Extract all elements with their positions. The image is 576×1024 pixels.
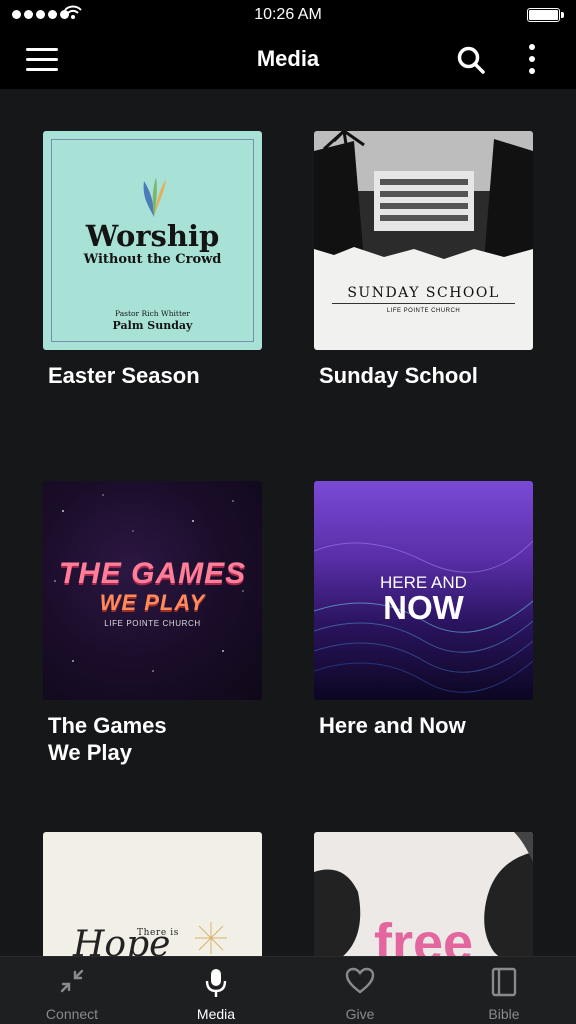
artwork-sermon: Palm Sunday — [112, 319, 193, 332]
media-card-label[interactable]: Easter Season — [43, 362, 262, 389]
bottom-tab-bar: Connect Media Give Bible — [0, 956, 576, 1024]
artwork-title: THE GAMES — [58, 557, 247, 590]
media-card-label[interactable]: Here and Now — [314, 712, 533, 739]
search-button[interactable] — [456, 45, 486, 75]
media-card-free[interactable]: free — [314, 832, 533, 956]
tab-label: Media — [196, 1006, 236, 1022]
tab-label: Connect — [45, 1006, 99, 1022]
status-bar: 10:26 AM — [0, 0, 576, 30]
engraving-illustration — [314, 131, 533, 271]
media-artwork[interactable]: HERE AND NOW — [314, 481, 533, 700]
heart-icon — [345, 967, 375, 994]
media-artwork[interactable]: SUNDAY SCHOOL LIFE POINTE CHURCH — [314, 131, 533, 350]
tab-label: Bible — [488, 1006, 520, 1022]
media-card-label[interactable]: The Games We Play — [43, 712, 262, 766]
media-card-the-games-we-play[interactable]: THE GAMES WE PLAY LIFE POINTE CHURCH The… — [43, 481, 262, 766]
artwork-subtitle: WE PLAY — [99, 590, 206, 615]
tab-label: Give — [345, 1006, 375, 1022]
media-card-easter-season[interactable]: Worship Without the Crowd Pastor Rich Wh… — [43, 131, 262, 389]
media-card-label[interactable]: Sunday School — [314, 362, 533, 389]
artwork-title: Worship — [85, 219, 220, 253]
battery-icon — [527, 8, 564, 22]
media-card-sunday-school[interactable]: SUNDAY SCHOOL LIFE POINTE CHURCH Sunday … — [314, 131, 533, 389]
artwork-subtitle: Without the Crowd — [83, 252, 222, 267]
media-artwork[interactable]: Worship Without the Crowd Pastor Rich Wh… — [43, 131, 262, 350]
more-options-button[interactable] — [522, 42, 542, 76]
tab-connect[interactable]: Connect — [0, 957, 144, 1024]
book-icon — [491, 967, 517, 997]
palm-leaf-icon — [143, 177, 166, 217]
tab-give[interactable]: Give — [288, 957, 432, 1024]
artwork-church: LIFE POINTE CHURCH — [104, 619, 201, 628]
sunburst-icon — [195, 922, 227, 954]
media-artwork[interactable]: free — [314, 832, 533, 956]
artwork-title: SUNDAY SCHOOL — [347, 285, 500, 301]
tab-media[interactable]: Media — [144, 957, 288, 1024]
artwork-pastor: Pastor Rich Whitter — [115, 309, 190, 318]
artwork-subtitle: Hope — [73, 924, 171, 956]
artwork-title: free — [373, 913, 474, 956]
artwork-subtitle: NOW — [383, 589, 464, 626]
media-artwork[interactable]: There is Hope — [43, 832, 262, 956]
artwork-church: LIFE POINTE CHURCH — [386, 308, 461, 314]
page-title: Media — [256, 46, 320, 71]
app-bar: Media — [0, 30, 576, 89]
media-card-hope[interactable]: There is Hope — [43, 832, 262, 956]
media-card-here-and-now[interactable]: HERE AND NOW Here and Now — [314, 481, 533, 739]
connect-icon — [60, 969, 84, 993]
media-grid: Worship Without the Crowd Pastor Rich Wh… — [0, 89, 576, 956]
microphone-icon — [205, 969, 227, 997]
tab-bible[interactable]: Bible — [432, 957, 576, 1024]
media-artwork[interactable]: THE GAMES WE PLAY LIFE POINTE CHURCH — [43, 481, 262, 700]
status-time: 10:26 AM — [254, 6, 322, 23]
